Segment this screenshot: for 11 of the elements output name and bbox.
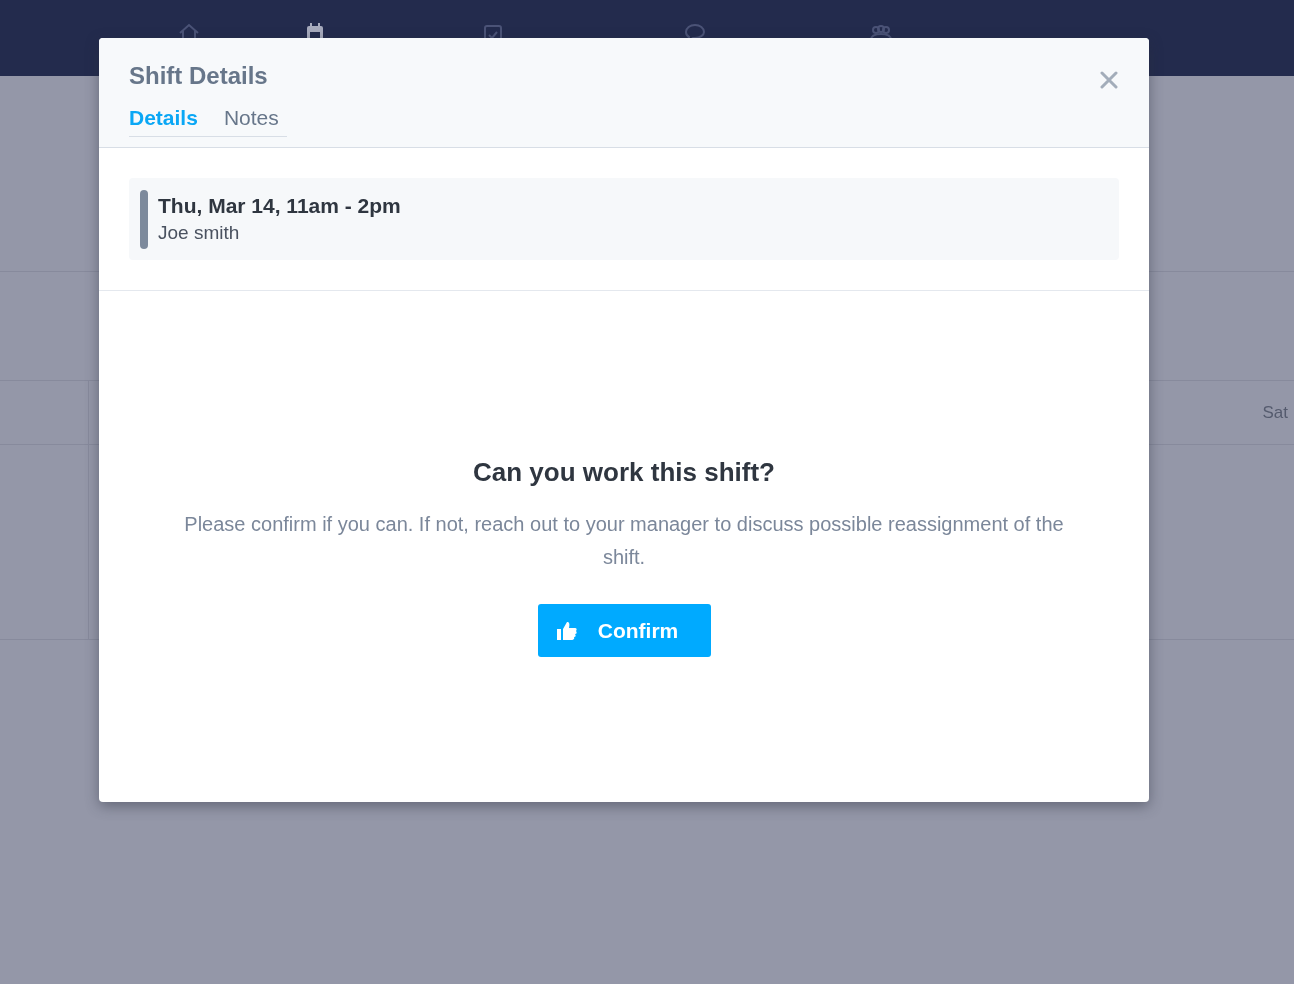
day-header: Sat [1262,402,1288,423]
thumbs-up-icon [555,619,578,642]
shift-time: Thu, Mar 14, 11am - 2pm [158,194,401,218]
dialog-tab[interactable]: Notes [223,106,279,136]
confirm-message: Please confirm if you can. If not, reach out to your manager to discuss possible reassignment of the shift. [183,512,1065,570]
employee-name: Joe smith [158,222,241,244]
shift-color-bar [140,189,148,249]
dialog-tab[interactable]: Details [129,106,198,136]
dialog-title: Shift Details [129,62,268,90]
confirm-button[interactable]: Confirm [537,604,711,657]
confirm-question: Can you work this shift? [473,457,775,488]
